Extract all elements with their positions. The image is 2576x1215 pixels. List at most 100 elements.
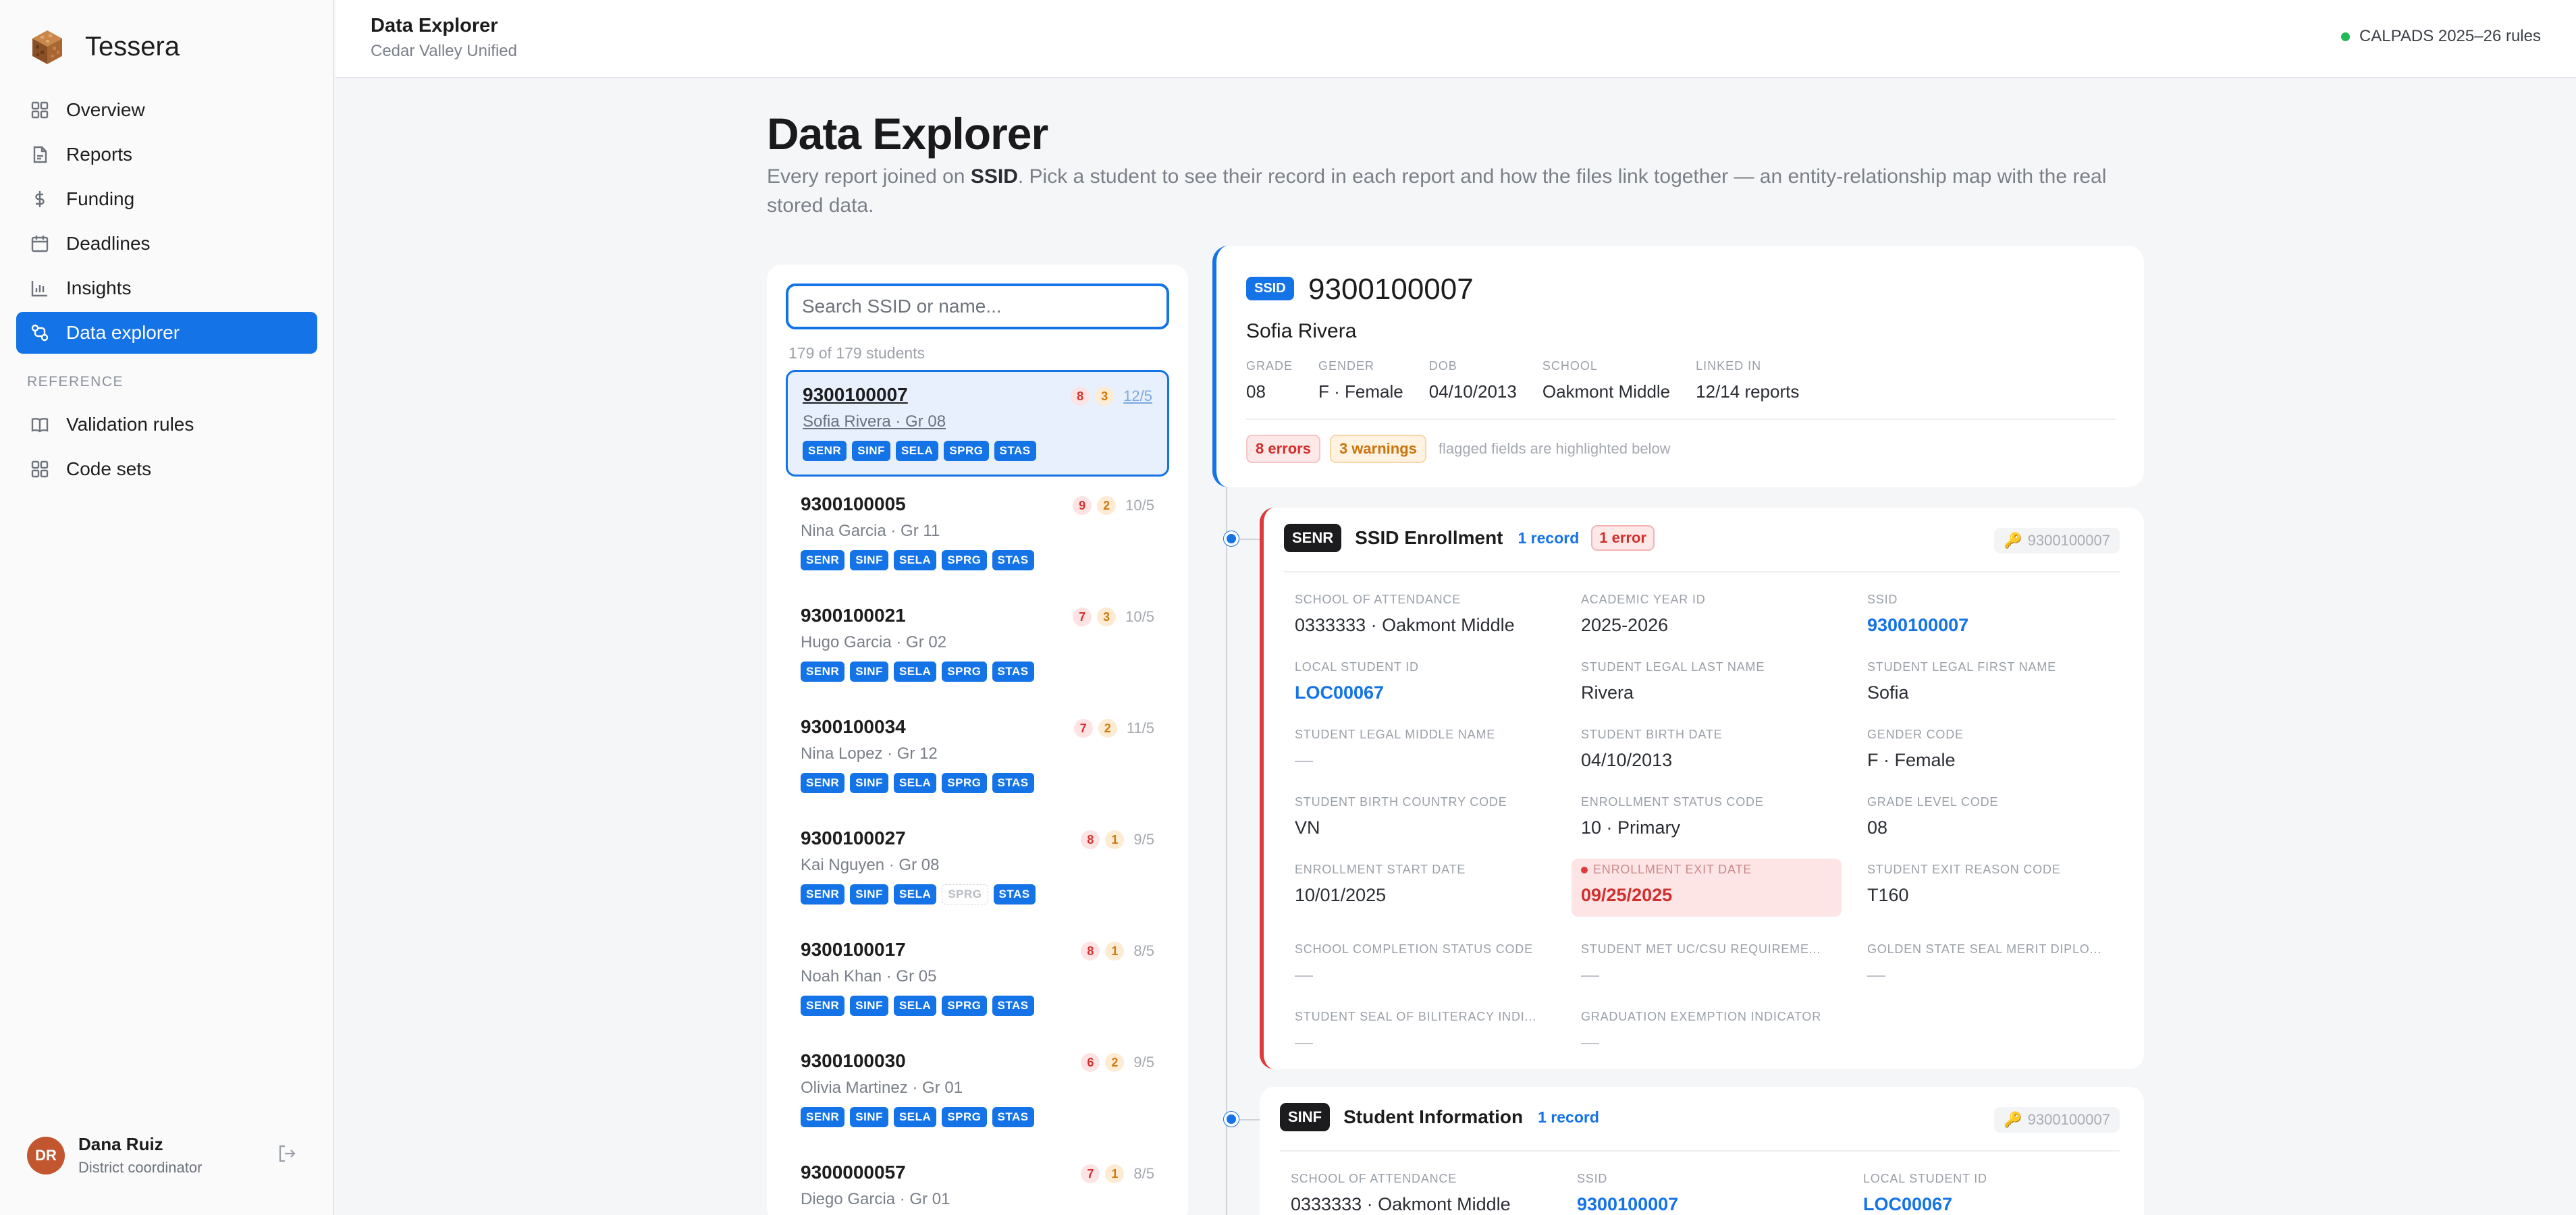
- nav-item-overview[interactable]: Overview: [16, 89, 317, 131]
- report-tag: SELA: [893, 996, 937, 1016]
- report-tags: SENR SINF SELA SPRG STAS: [801, 996, 1154, 1016]
- grid-icon: [30, 459, 50, 479]
- nav-label: Deadlines: [66, 233, 151, 254]
- student-row[interactable]: 9300100005 Nina Garcia · Gr 11 9 2 10/5 SENR S…: [786, 481, 1169, 588]
- field-value[interactable]: LOC00067: [1295, 682, 1581, 703]
- topbar: Data Explorer Cedar Valley Unified CALPA…: [336, 0, 2576, 78]
- nav-item-code-sets[interactable]: Code sets: [16, 448, 317, 490]
- record-field[interactable]: LOCAL STUDENT ID LOC00067: [1295, 660, 1581, 703]
- report-tag: SPRG: [942, 1107, 987, 1127]
- logout-icon[interactable]: [277, 1143, 297, 1164]
- join-key: 🔑 9300100007: [1994, 528, 2120, 554]
- record-field: SCHOOL COMPLETION STATUS CODE —: [1295, 942, 1581, 985]
- warning-count-badge: 2: [1097, 496, 1117, 515]
- record-field[interactable]: SSID 9300100007: [1577, 1172, 1863, 1214]
- error-count-badge: 7: [1073, 608, 1092, 626]
- sidebar: Tessera Overview Reports Funding Deadlin…: [0, 0, 334, 1215]
- warning-count-badge: 2: [1098, 719, 1117, 738]
- record-field: ENROLLMENT STATUS CODE 10 · Primary: [1581, 795, 1867, 838]
- student-count: 179 of 179 students: [788, 344, 925, 362]
- join-key-value: 9300100007: [2027, 532, 2110, 549]
- flag-dot-icon: [1581, 867, 1588, 874]
- field-label-text: STUDENT LEGAL FIRST NAME: [1867, 660, 2056, 674]
- student-row[interactable]: 9300100027 Kai Nguyen · Gr 08 8 1 9/5 SENR SIN…: [786, 815, 1169, 922]
- field-label-text: SCHOOL OF ATTENDANCE: [1291, 1172, 1457, 1185]
- user-card: DR Dana Ruiz District coordinator: [27, 1134, 304, 1177]
- rail-link: [1239, 539, 1260, 540]
- student-name: Olivia Martinez · Gr 01: [801, 1079, 963, 1097]
- report-tag: SENR: [801, 996, 845, 1016]
- field-label-text: STUDENT BIRTH DATE: [1581, 728, 1723, 741]
- grid-icon: [30, 100, 50, 120]
- error-count-badge: 8: [1081, 830, 1100, 849]
- nav-item-deadlines[interactable]: Deadlines: [16, 223, 317, 265]
- student-name: Noah Khan · Gr 05: [801, 967, 937, 986]
- warnings-chip[interactable]: 3 warnings: [1329, 435, 1426, 463]
- nav-label: Code sets: [66, 458, 152, 479]
- student-row[interactable]: 9300000057Diego Garcia · Gr 01718/5SENRS…: [786, 1150, 1169, 1215]
- warning-count-badge: 1: [1105, 1164, 1125, 1183]
- relationship-rail: [1226, 487, 1227, 1215]
- report-tag: STAS: [993, 884, 1036, 905]
- search-input[interactable]: [786, 284, 1169, 329]
- nav-section-reference: REFERENCE: [27, 374, 124, 389]
- report-tag: STAS: [992, 550, 1034, 570]
- student-row[interactable]: 9300100017 Noah Khan · Gr 05 8 1 8/5 SENR SINF…: [786, 927, 1169, 1033]
- record-header: SINF Student Information 1 record: [1280, 1103, 1611, 1131]
- record-count-link[interactable]: 1 record: [1518, 529, 1580, 547]
- student-name: Diego Garcia · Gr 01: [801, 1190, 950, 1208]
- nav-item-reports[interactable]: Reports: [16, 134, 317, 176]
- field-value[interactable]: LOC00067: [1863, 1194, 2147, 1215]
- report-tag: SPRG: [944, 441, 989, 461]
- error-count-badge: 8: [1081, 942, 1100, 961]
- topbar-title: Data Explorer: [371, 15, 498, 36]
- report-tag: STAS: [992, 1107, 1034, 1127]
- report-tag: SPRG: [942, 996, 987, 1016]
- brand[interactable]: Tessera: [27, 26, 180, 68]
- record-field: GOLDEN STATE SEAL MERIT DIPLO... —: [1867, 942, 2151, 985]
- field-label-text: ACADEMIC YEAR ID: [1581, 593, 1706, 606]
- report-tags: SENR SINF SELA SPRG STAS: [801, 773, 1154, 793]
- fact-gender: GENDER F · Female: [1318, 359, 1403, 402]
- record-field: STUDENT MET UC/CSU REQUIREME... —: [1581, 942, 1867, 985]
- field-value: F · Female: [1867, 750, 1956, 770]
- field-value[interactable]: 9300100007: [1867, 615, 2151, 636]
- report-tag: STAS: [992, 996, 1034, 1016]
- student-profile-card: SSID 9300100007 Sofia Rivera GRADE 08 GEN…: [1212, 246, 2144, 487]
- avatar[interactable]: DR: [27, 1136, 65, 1174]
- nav-item-validation-rules[interactable]: Validation rules: [16, 404, 317, 446]
- field-label: STUDENT SEAL OF BILITERACY INDI...: [1295, 1010, 1562, 1024]
- errors-chip[interactable]: 8 errors: [1246, 435, 1320, 463]
- field-label: SSID: [1577, 1172, 1844, 1186]
- student-row[interactable]: 9300100021 Hugo Garcia · Gr 02 7 3 10/5 SENR S…: [786, 593, 1169, 699]
- flags-note: flagged fields are highlighted below: [1438, 440, 1671, 457]
- report-tags: SENR SINF SELA SPRG STAS: [801, 884, 1154, 905]
- record-field[interactable]: SSID 9300100007: [1867, 593, 2151, 636]
- error-count-badge: 6: [1081, 1053, 1100, 1072]
- nav-item-insights[interactable]: Insights: [16, 267, 317, 309]
- field-value: 10/01/2025: [1295, 885, 1387, 905]
- fact-label: GRADE: [1246, 359, 1293, 373]
- nav-item-data-explorer[interactable]: Data explorer: [16, 312, 317, 354]
- report-tag: SENR: [801, 773, 845, 793]
- field-label: ENROLLMENT STATUS CODE: [1581, 795, 1848, 809]
- lead-key: SSID: [970, 165, 1018, 188]
- field-value: —: [1867, 965, 1885, 985]
- report-tag: SELA: [893, 884, 937, 905]
- student-row[interactable]: 9300100030 Olivia Martinez · Gr 01 6 2 9/5 SE…: [786, 1038, 1169, 1145]
- fact-linked: LINKED IN 12/14 reports: [1696, 359, 1799, 402]
- page-description: Every report joined on SSID. Pick a stud…: [767, 162, 2151, 220]
- student-row[interactable]: 9300100034 Nina Lopez · Gr 12 7 2 11/5 SENR SI…: [786, 704, 1169, 811]
- field-value: T160: [1867, 885, 1909, 905]
- fact-label: LINKED IN: [1696, 359, 1762, 373]
- record-field: STUDENT BIRTH COUNTRY CODE VN: [1295, 795, 1581, 838]
- field-label-text: SCHOOL OF ATTENDANCE: [1295, 593, 1461, 606]
- record-field[interactable]: LOCAL STUDENT ID LOC00067: [1863, 1172, 2147, 1214]
- student-row[interactable]: 9300100007 Sofia Rivera · Gr 08 8 3 12/5 SENR…: [786, 370, 1169, 477]
- record-count-link[interactable]: 1 record: [1538, 1108, 1599, 1127]
- student-badges: 7 2 11/5: [1073, 719, 1154, 738]
- field-value[interactable]: 9300100007: [1577, 1194, 1863, 1215]
- field-value: Rivera: [1581, 682, 1634, 703]
- field-label: SCHOOL OF ATTENDANCE: [1295, 593, 1562, 607]
- nav-item-funding[interactable]: Funding: [16, 178, 317, 220]
